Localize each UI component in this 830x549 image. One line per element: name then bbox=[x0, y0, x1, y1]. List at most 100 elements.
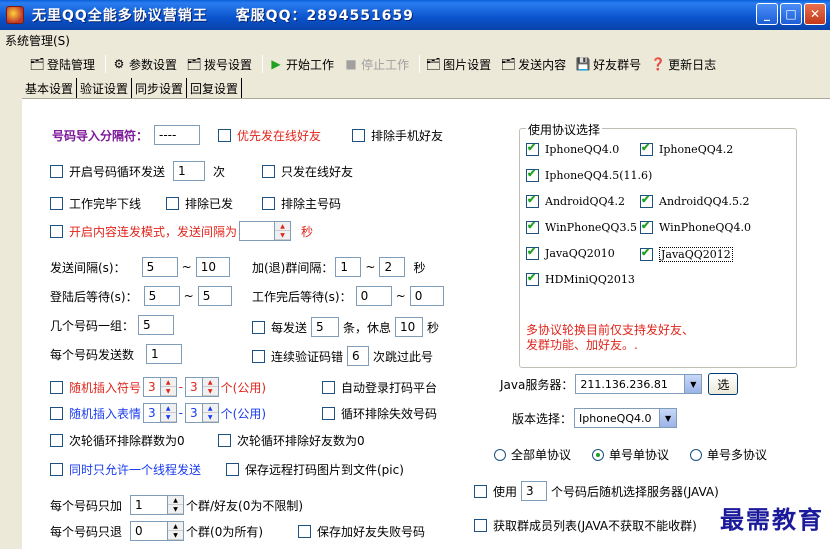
per-group-input[interactable]: 5 bbox=[138, 315, 175, 335]
rest-input[interactable]: 10 bbox=[395, 317, 424, 337]
protocol-checkbox[interactable] bbox=[640, 246, 653, 261]
loop-count-input[interactable]: 1 bbox=[173, 161, 206, 181]
next-excl-friend-checkbox[interactable] bbox=[218, 434, 231, 447]
use-count-input[interactable]: 3 bbox=[521, 481, 548, 501]
per-num-send-input[interactable]: 1 bbox=[146, 344, 183, 364]
separator-input[interactable]: ---- bbox=[154, 125, 201, 145]
chevron-down-icon[interactable]: ▼ bbox=[684, 375, 702, 393]
login-min-input[interactable]: 5 bbox=[143, 286, 180, 306]
group-min-input[interactable]: 1 bbox=[335, 257, 362, 277]
radio-all-single[interactable]: 全部单协议 bbox=[494, 446, 571, 463]
protocol-checkbox[interactable] bbox=[526, 167, 539, 182]
protocol-winphone35[interactable]: WinPhoneQQ3.5 bbox=[526, 219, 637, 234]
auto-login-checkbox[interactable] bbox=[322, 381, 335, 394]
offline-after-checkbox[interactable] bbox=[50, 197, 63, 210]
next-excl-friend-check[interactable]: 次轮循环排除好友数为0 bbox=[218, 432, 365, 449]
minimize-button[interactable]: _ bbox=[756, 3, 778, 25]
login-manage-button[interactable]: 🗂 登陆管理 bbox=[29, 56, 95, 73]
save-fail-checkbox[interactable] bbox=[298, 525, 311, 538]
excl-main-checkbox[interactable] bbox=[262, 197, 275, 210]
send-max-input[interactable]: 10 bbox=[195, 257, 230, 277]
use-server-checkbox[interactable] bbox=[474, 484, 487, 498]
excl-main-check[interactable]: 排除主号码 bbox=[262, 195, 341, 212]
burst-spinner[interactable]: ▲ ▼ bbox=[239, 221, 292, 241]
excl-fail-check[interactable]: 循环排除失效号码 bbox=[322, 405, 437, 422]
radio-button[interactable] bbox=[592, 448, 604, 461]
protocol-hdmini2013[interactable]: HDMiniQQ2013 bbox=[526, 271, 635, 286]
excl-sent-check[interactable]: 排除已发 bbox=[166, 195, 233, 212]
tab-basic[interactable]: 基本设置 bbox=[22, 78, 78, 99]
login-max-input[interactable]: 5 bbox=[197, 286, 232, 306]
per-num-add-spinner[interactable]: 1 ▲ ▼ bbox=[130, 495, 185, 515]
online-only-check[interactable]: 只发在线好友 bbox=[262, 163, 353, 180]
params-button[interactable]: ⚙ 参数设置 bbox=[112, 56, 177, 73]
rand-emoji-spinner-b[interactable]: 3 ▲ ▼ bbox=[185, 403, 219, 423]
protocol-checkbox[interactable] bbox=[640, 141, 653, 156]
protocol-checkbox[interactable] bbox=[640, 219, 653, 234]
done-min-input[interactable]: 0 bbox=[355, 286, 392, 306]
multi-thread-check[interactable]: 同时只允许一个线程发送 bbox=[50, 461, 201, 478]
protocol-iphone42[interactable]: IphoneQQ4.2 bbox=[640, 141, 733, 156]
excl-mobile-check[interactable]: 排除手机好友 bbox=[352, 127, 443, 144]
done-max-input[interactable]: 0 bbox=[409, 286, 444, 306]
protocol-android452[interactable]: AndroidQQ4.5.2 bbox=[640, 193, 750, 208]
excl-fail-checkbox[interactable] bbox=[322, 407, 335, 420]
protocol-iphone40[interactable]: IphoneQQ4.0 bbox=[526, 141, 619, 156]
update-log-button[interactable]: ❓ 更新日志 bbox=[651, 56, 716, 73]
protocol-checkbox[interactable] bbox=[526, 193, 539, 208]
rand-emoji-checkbox[interactable] bbox=[50, 406, 63, 420]
fetch-members-checkbox[interactable] bbox=[474, 519, 487, 532]
radio-single-single[interactable]: 单号单协议 bbox=[592, 446, 669, 463]
online-only-checkbox[interactable] bbox=[262, 165, 275, 178]
friend-group-button[interactable]: 💾 好友群号 bbox=[576, 56, 641, 73]
tab-verify[interactable]: 验证设置 bbox=[77, 78, 133, 99]
tab-sync[interactable]: 同步设置 bbox=[132, 78, 188, 99]
each-send-input[interactable]: 5 bbox=[311, 317, 340, 337]
select-server-button[interactable]: 选 bbox=[708, 373, 739, 395]
save-fail-check[interactable]: 保存加好友失败号码 bbox=[298, 523, 425, 540]
loop-send-checkbox[interactable] bbox=[50, 164, 63, 178]
protocol-iphone45[interactable]: IphoneQQ4.5(11.6) bbox=[526, 167, 652, 182]
send-min-input[interactable]: 5 bbox=[141, 257, 178, 277]
spinner-arrows[interactable]: ▲ ▼ bbox=[159, 404, 176, 422]
offline-after-check[interactable]: 工作完毕下线 bbox=[50, 195, 141, 212]
captcha-err-checkbox[interactable] bbox=[252, 349, 265, 363]
captcha-err-input[interactable]: 6 bbox=[347, 346, 370, 366]
save-captcha-check[interactable]: 保存远程打码图片到文件(pic) bbox=[226, 461, 404, 478]
protocol-checkbox[interactable] bbox=[526, 141, 539, 156]
excl-sent-checkbox[interactable] bbox=[166, 197, 179, 210]
each-send-checkbox[interactable] bbox=[252, 320, 265, 334]
spinner-arrows[interactable]: ▲ ▼ bbox=[274, 222, 291, 240]
spinner-arrows[interactable]: ▲ ▼ bbox=[167, 496, 184, 514]
tab-reply[interactable]: 回复设置 bbox=[187, 78, 243, 99]
version-select[interactable]: IphoneQQ4.0 ▼ bbox=[574, 408, 678, 428]
protocol-checkbox[interactable] bbox=[526, 219, 539, 234]
protocol-android42[interactable]: AndroidQQ4.2 bbox=[526, 193, 625, 208]
next-excl-group-check[interactable]: 次轮循环排除群数为0 bbox=[50, 432, 185, 449]
group-max-input[interactable]: 2 bbox=[379, 257, 406, 277]
auto-login-check[interactable]: 自动登录打码平台 bbox=[322, 379, 437, 396]
spinner-arrows[interactable]: ▲ ▼ bbox=[201, 404, 218, 422]
close-button[interactable]: ✕ bbox=[804, 3, 826, 25]
prio-online-checkbox[interactable] bbox=[218, 129, 231, 142]
rand-emoji-spinner-a[interactable]: 3 ▲ ▼ bbox=[143, 403, 177, 423]
menu-system[interactable]: 系统管理(S) bbox=[5, 34, 70, 48]
multi-thread-checkbox[interactable] bbox=[50, 463, 63, 476]
radio-button[interactable] bbox=[690, 448, 702, 461]
rand-symbol-checkbox[interactable] bbox=[50, 380, 63, 394]
java-server-select[interactable]: 211.136.236.81 ▼ bbox=[575, 374, 703, 394]
image-settings-button[interactable]: 🗂 图片设置 bbox=[425, 56, 491, 73]
burst-mode-checkbox[interactable] bbox=[50, 224, 63, 238]
send-content-button[interactable]: 🗂 发送内容 bbox=[500, 56, 566, 73]
radio-single-multi[interactable]: 单号多协议 bbox=[690, 446, 767, 463]
radio-button[interactable] bbox=[494, 448, 506, 461]
protocol-winphone40[interactable]: WinPhoneQQ4.0 bbox=[640, 219, 751, 234]
stop-button[interactable]: ■ 停止工作 bbox=[344, 56, 409, 73]
protocol-checkbox[interactable] bbox=[640, 193, 653, 208]
spinner-arrows[interactable]: ▲ ▼ bbox=[167, 522, 184, 540]
protocol-java2010[interactable]: JavaQQ2010 bbox=[526, 245, 615, 260]
protocol-checkbox[interactable] bbox=[526, 245, 539, 260]
protocol-checkbox[interactable] bbox=[526, 271, 539, 286]
save-captcha-checkbox[interactable] bbox=[226, 463, 239, 476]
prio-online-check[interactable]: 优先发在线好友 bbox=[218, 127, 321, 144]
